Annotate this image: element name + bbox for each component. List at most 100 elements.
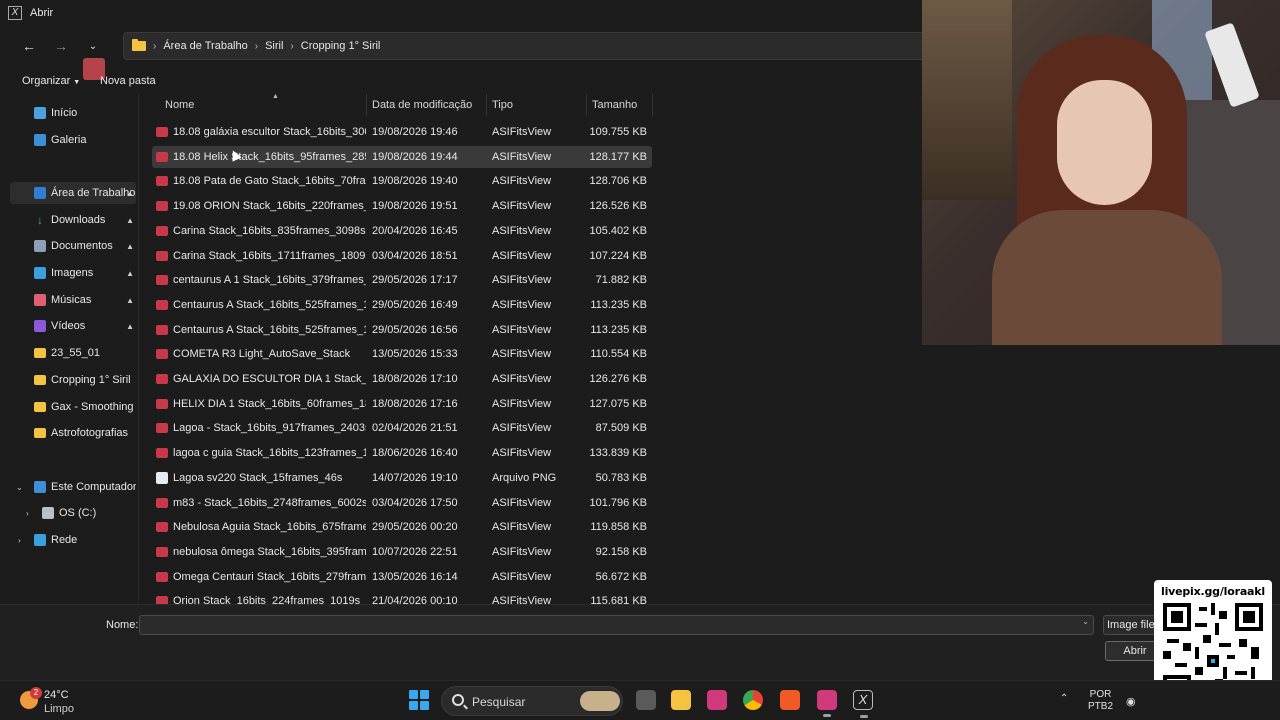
fits-file-icon: [156, 571, 168, 582]
sidebar-item-videos[interactable]: Vídeos ▲: [10, 315, 136, 337]
file-size: 110.554 KB: [590, 348, 647, 361]
file-row[interactable]: Orion Stack_16bits_224frames_1019s 21/04/…: [152, 590, 652, 604]
file-type: ASIFitsView: [492, 570, 552, 583]
task-view-icon[interactable]: [636, 690, 656, 710]
input-language[interactable]: POR PTB2: [1088, 689, 1113, 713]
address-bar[interactable]: › Área de Trabalho › Siril › Cropping 1°…: [123, 32, 923, 60]
file-row[interactable]: HELIX DIA 1 Stack_16bits_60frames_1841s 1…: [152, 393, 652, 415]
folder-icon: [34, 348, 46, 358]
brave-icon[interactable]: [780, 690, 800, 710]
file-row[interactable]: COMETA R3 Light_AutoSave_Stack 13/05/2026…: [152, 343, 652, 365]
fits-file-icon: [156, 127, 168, 137]
webcam-person-face: [1057, 80, 1152, 205]
breadcrumb-item[interactable]: Área de Trabalho: [163, 40, 247, 52]
file-row[interactable]: Omega Centauri Stack_16bits_279frames...…: [152, 566, 652, 588]
file-size: 92.158 KB: [595, 545, 647, 558]
sidebar-item-network[interactable]: › Rede: [10, 529, 136, 551]
sidebar-item-inicio[interactable]: Início: [34, 102, 134, 124]
column-header-size[interactable]: Tamanho: [587, 94, 653, 116]
sidebar-item-images[interactable]: Imagens ▲: [10, 262, 136, 284]
recent-locations-icon[interactable]: ⌄: [80, 33, 106, 59]
pin-icon: ▲: [126, 321, 134, 331]
chevron-up-icon[interactable]: ⌃: [1060, 693, 1068, 704]
pin-icon: ▲: [126, 188, 134, 198]
file-row[interactable]: Centaurus A Stack_16bits_525frames_151..…: [152, 319, 652, 341]
fits-file-icon: [156, 497, 168, 508]
column-header-name[interactable]: Nome ▲: [160, 94, 367, 116]
weather-temperature: 24°C: [44, 689, 69, 701]
chevron-right-icon[interactable]: ›: [18, 536, 21, 545]
sort-ascending-icon: ▲: [272, 94, 279, 100]
siril-app-icon[interactable]: X: [853, 690, 873, 718]
webcam-shelf: [922, 0, 1012, 200]
file-row[interactable]: m83 - Stack_16bits_2748frames_6002s 03/04…: [152, 492, 652, 514]
sidebar-item-music[interactable]: Músicas ▲: [10, 289, 136, 311]
sidebar-item-galeria[interactable]: Galeria: [34, 129, 134, 151]
file-type: ASIFitsView: [492, 200, 552, 213]
file-row[interactable]: Carina Stack_16bits_835frames_3098s 20/04…: [152, 220, 652, 242]
file-name: HELIX DIA 1 Stack_16bits_60frames_1841s: [156, 393, 366, 415]
file-type: ASIFitsView: [492, 397, 552, 410]
sidebar-item-folder-cropping[interactable]: Cropping 1° Siril: [10, 369, 136, 391]
file-row[interactable]: Centaurus A Stack_16bits_525frames_151..…: [152, 294, 652, 316]
documents-icon: [34, 240, 46, 252]
file-name: Centaurus A Stack_16bits_525frames_151..…: [156, 319, 366, 341]
file-row[interactable]: Lagoa sv220 Stack_15frames_46s 14/07/2026…: [152, 467, 652, 489]
sidebar-item-this-pc[interactable]: ⌄ Este Computador: [10, 476, 136, 498]
back-icon[interactable]: ←: [16, 33, 42, 59]
file-row[interactable]: lagoa c guia Stack_16bits_123frames_184.…: [152, 442, 652, 464]
file-name: Lagoa sv220 Stack_15frames_46s: [156, 467, 366, 489]
sidebar-item-downloads[interactable]: ↓ Downloads ▲: [10, 209, 136, 231]
chevron-down-icon[interactable]: ⌄: [16, 483, 23, 492]
sidebar-item-folder-23-55-01[interactable]: 23_55_01: [10, 342, 136, 364]
file-row[interactable]: nebulosa ômega Stack_16bits_395frames...…: [152, 541, 652, 563]
pane-divider[interactable]: [138, 94, 139, 604]
forward-icon[interactable]: →: [48, 33, 74, 59]
new-folder-button[interactable]: Nova pasta: [100, 75, 156, 87]
file-date: 20/04/2026 16:45: [372, 224, 458, 237]
chevron-down-icon[interactable]: ⌄: [1082, 617, 1089, 626]
file-row[interactable]: 18.08 Pata de Gato Stack_16bits_70frame.…: [152, 170, 652, 192]
weather-widget[interactable]: 2 24°C Limpo: [20, 687, 120, 715]
media-app-icon[interactable]: [707, 690, 727, 710]
file-name: 18.08 Pata de Gato Stack_16bits_70frame.…: [156, 170, 366, 192]
file-row[interactable]: Lagoa - Stack_16bits_917frames_2403s 02/0…: [152, 417, 652, 439]
windows-start-icon[interactable]: [409, 690, 429, 710]
file-type: ASIFitsView: [492, 447, 552, 460]
file-date: 19/08/2026 19:44: [372, 150, 458, 163]
file-row[interactable]: Nebulosa Aguia Stack_16bits_675frames_..…: [152, 516, 652, 538]
breadcrumb-item[interactable]: Siril: [265, 40, 283, 52]
open-file-dialog: X Abrir ← → ⌄ ↑ › Área de Trabalho › Sir…: [0, 0, 1280, 680]
sidebar-item-documents[interactable]: Documentos ▲: [10, 235, 136, 257]
sidebar-item-folder-astro[interactable]: Astrofotografias: [10, 422, 136, 444]
column-header-date[interactable]: Data de modificação: [367, 94, 487, 116]
sidebar-item-label: Área de Trabalho: [51, 187, 136, 199]
taskbar-search[interactable]: Pesquisar: [441, 686, 623, 716]
sidebar-item-desktop[interactable]: Área de Trabalho ▲: [10, 182, 136, 204]
file-explorer-icon[interactable]: [671, 690, 691, 710]
breadcrumb-item[interactable]: Cropping 1° Siril: [301, 40, 381, 52]
fits-file-icon: [156, 225, 168, 236]
file-row[interactable]: 19.08 ORION Stack_16bits_220frames_66...…: [152, 195, 652, 217]
file-row[interactable]: Carina Stack_16bits_1711frames_1809s 03/0…: [152, 245, 652, 267]
wifi-icon[interactable]: ◉: [1126, 695, 1136, 708]
keyboard-layout: PTB2: [1088, 701, 1114, 712]
chrome-icon[interactable]: [743, 690, 763, 710]
chevron-right-icon[interactable]: ›: [26, 509, 29, 518]
sidebar-item-drive-c[interactable]: › OS (C:): [10, 502, 136, 524]
file-name-input[interactable]: ⌄: [139, 615, 1094, 635]
file-row[interactable]: GALAXIA DO ESCULTOR DIA 1 Stack_16bi... 1…: [152, 368, 652, 390]
home-icon: [34, 107, 46, 119]
file-row[interactable]: 18.08 galáxia escultor Stack_16bits_300f…: [152, 121, 652, 143]
file-row[interactable]: centaurus A 1 Stack_16bits_379frames_11.…: [152, 269, 652, 291]
folder-icon: [132, 39, 146, 51]
file-type: ASIFitsView: [492, 496, 552, 509]
pin-icon: ▲: [126, 268, 134, 278]
organize-button[interactable]: Organizar ▼: [22, 75, 80, 87]
column-header-type[interactable]: Tipo: [487, 94, 587, 116]
file-row[interactable]: 18.08 Helix Stack_16bits_95frames_2850s 1…: [152, 145, 652, 168]
app-icon: X: [8, 6, 22, 20]
file-name-text: COMETA R3 Light_AutoSave_Stack: [173, 348, 351, 361]
editor-app-icon[interactable]: [817, 690, 837, 717]
sidebar-item-folder-gax[interactable]: Gax - Smoothing: [10, 396, 136, 418]
